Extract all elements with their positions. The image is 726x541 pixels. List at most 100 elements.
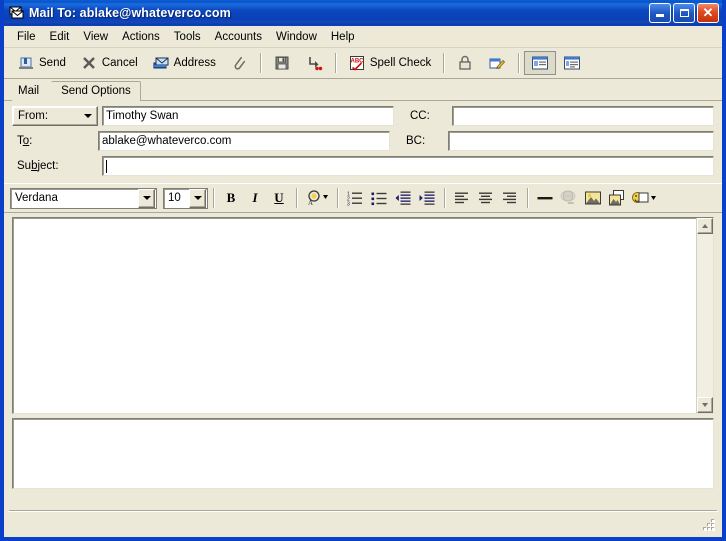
font-family-chevron-down-icon[interactable] — [138, 188, 155, 208]
font-size-value: 10 — [168, 192, 181, 204]
cancel-x-icon — [80, 54, 98, 72]
address-label: Address — [173, 57, 216, 69]
resize-grip-icon[interactable] — [703, 518, 717, 532]
save-as-button[interactable] — [298, 51, 330, 75]
numbered-list-button[interactable]: 1 2 3 — [343, 187, 367, 209]
header-pane-toggle-button[interactable] — [524, 51, 557, 75]
align-center-button[interactable] — [474, 187, 498, 209]
cancel-label: Cancel — [101, 57, 138, 69]
menu-help[interactable]: Help — [324, 29, 362, 45]
spell-check-abc-icon: ABC — [348, 54, 366, 72]
italic-button[interactable]: I — [243, 187, 267, 209]
message-body-input[interactable] — [13, 218, 696, 413]
fmt-separator-0 — [213, 188, 214, 208]
align-left-button[interactable] — [450, 187, 474, 209]
address-button[interactable]: Address — [145, 51, 223, 75]
save-draft-button[interactable] — [266, 51, 298, 75]
insert-image-button[interactable] — [581, 187, 605, 209]
numbered-list-icon: 1 2 3 — [347, 192, 362, 208]
svg-text:3: 3 — [347, 202, 350, 208]
security-lock-button[interactable] — [449, 51, 481, 75]
font-color-button[interactable]: A — [302, 187, 332, 209]
toolbar-separator-3 — [443, 53, 445, 73]
underline-icon: U — [274, 190, 284, 205]
bulleted-list-icon — [371, 192, 387, 206]
address-book-icon — [152, 54, 170, 72]
horizontal-line-button[interactable] — [533, 187, 557, 209]
floppy-disk-icon — [273, 54, 291, 72]
decrease-indent-button[interactable] — [391, 187, 415, 209]
hyperlink-button[interactable] — [557, 187, 581, 209]
insert-emoticon-button[interactable] — [629, 187, 659, 209]
svg-text:A: A — [308, 199, 313, 207]
font-family-select[interactable]: Verdana — [10, 187, 157, 209]
text-caret — [106, 159, 107, 173]
bulleted-list-button[interactable] — [367, 187, 391, 209]
close-button[interactable]: ✕ — [697, 2, 719, 23]
cancel-button[interactable]: Cancel — [73, 51, 145, 75]
insert-object-button[interactable] — [605, 187, 629, 209]
formatting-toolbar: Verdana 10 B I U A 1 2 3 — [4, 183, 722, 213]
sign-message-button[interactable] — [481, 51, 513, 75]
from-dropdown[interactable]: From: — [12, 106, 98, 126]
fmt-separator-3 — [444, 188, 445, 208]
tab-mail[interactable]: Mail — [12, 81, 53, 102]
align-left-icon — [455, 192, 468, 204]
underline-button[interactable]: U — [267, 187, 291, 209]
title-bar: Mail To: ablake@whateverco.com ✕ — [4, 0, 722, 26]
scroll-down-button[interactable] — [697, 397, 713, 413]
menu-accounts[interactable]: Accounts — [208, 29, 269, 45]
send-label: Send — [39, 57, 66, 69]
cc-input[interactable] — [452, 106, 714, 126]
maximize-button[interactable] — [673, 2, 695, 23]
bc-input[interactable] — [448, 131, 714, 151]
chevron-down-icon — [80, 108, 95, 124]
italic-icon: I — [252, 190, 258, 205]
to-input[interactable]: ablake@whateverco.com — [98, 131, 390, 151]
menu-actions[interactable]: Actions — [115, 29, 167, 45]
maximize-icon — [679, 8, 689, 17]
spell-check-button[interactable]: ABC Spell Check — [341, 51, 438, 75]
menu-view[interactable]: View — [76, 29, 115, 45]
object-icon — [609, 190, 624, 206]
scroll-up-button[interactable] — [697, 218, 713, 234]
align-right-icon — [503, 192, 516, 204]
attachment-pane[interactable] — [12, 418, 714, 489]
toolbar-separator-4 — [518, 53, 520, 73]
align-center-icon — [479, 192, 492, 204]
message-body-scrollbar[interactable] — [696, 218, 713, 413]
spell-check-label: Spell Check — [369, 57, 432, 69]
toolbar-separator-1 — [259, 53, 261, 73]
to-row: To: ablake@whateverco.com BC: — [12, 130, 714, 152]
status-bar — [8, 511, 718, 533]
menu-tools[interactable]: Tools — [167, 29, 208, 45]
minimize-icon — [656, 14, 664, 17]
menu-edit[interactable]: Edit — [43, 29, 77, 45]
subject-row: Subject: — [12, 155, 714, 177]
menu-file[interactable]: File — [10, 29, 43, 45]
fmt-separator-1 — [296, 188, 297, 208]
align-right-button[interactable] — [498, 187, 522, 209]
toolbar-separator-2 — [334, 53, 336, 73]
from-input[interactable]: Timothy Swan — [102, 106, 394, 126]
bold-button[interactable]: B — [219, 187, 243, 209]
attach-file-button[interactable] — [223, 51, 255, 75]
window-frame: Mail To: ablake@whateverco.com ✕ File Ed… — [0, 0, 726, 541]
bold-icon: B — [226, 190, 236, 205]
menu-window[interactable]: Window — [269, 29, 324, 45]
from-row: From: Timothy Swan CC: — [12, 105, 714, 127]
message-pane-icon — [563, 54, 581, 72]
increase-indent-button[interactable] — [415, 187, 439, 209]
minimize-button[interactable] — [649, 2, 671, 23]
subject-input[interactable] — [102, 156, 714, 176]
increase-indent-icon — [419, 191, 435, 205]
horizontal-line-icon — [537, 197, 553, 200]
application-window: Mail To: ablake@whateverco.com ✕ File Ed… — [0, 0, 726, 541]
font-size-chevron-down-icon[interactable] — [189, 188, 206, 208]
font-family-value: Verdana — [15, 192, 58, 204]
message-pane-toggle-button[interactable] — [556, 51, 588, 75]
font-size-select[interactable]: 10 — [163, 187, 208, 209]
tab-send-options[interactable]: Send Options — [51, 81, 141, 101]
window-title: Mail To: ablake@whateverco.com — [29, 5, 231, 20]
send-button[interactable]: Send — [10, 51, 73, 75]
